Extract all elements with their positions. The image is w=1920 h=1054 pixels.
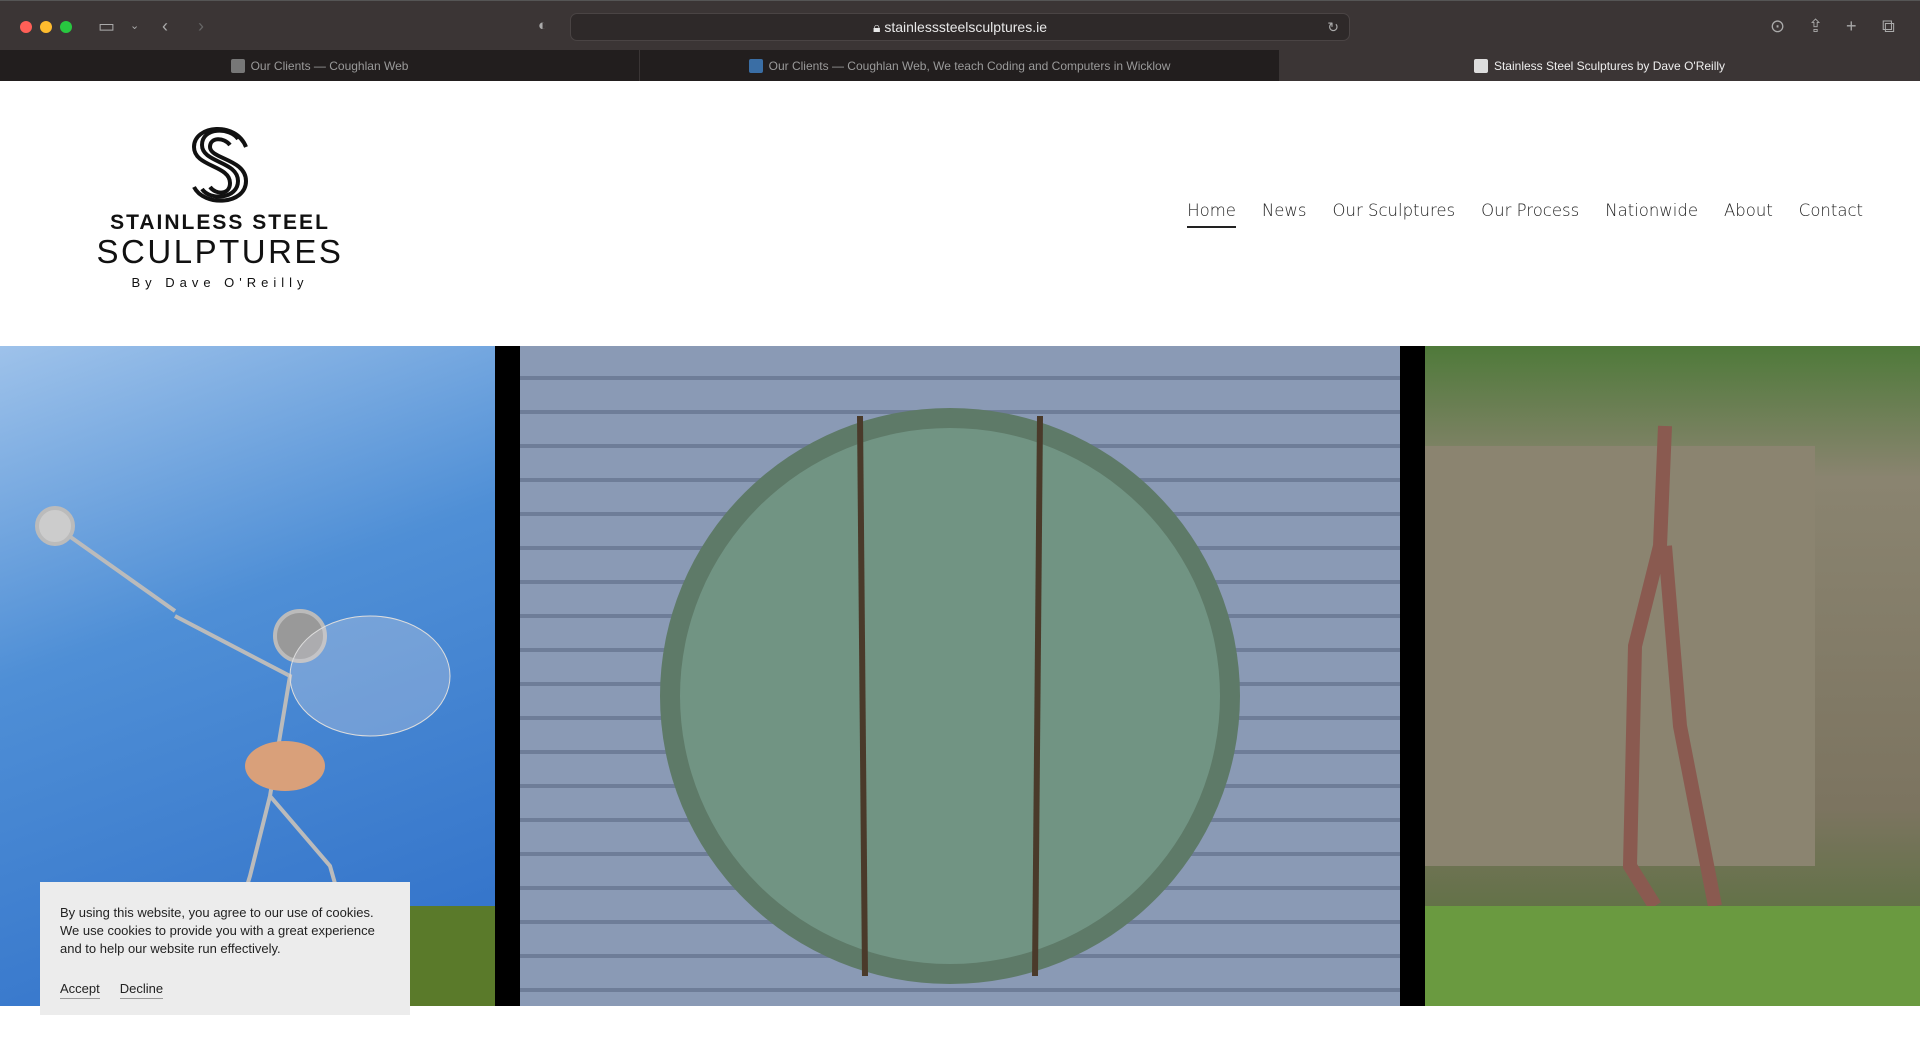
tab-label: Stainless Steel Sculptures by Dave O'Rei…	[1493, 58, 1726, 73]
browser-chrome: ▭ ⌄ ‹ › ◐ 🔒︎ stainlesssteelsculptures.ie…	[0, 0, 1920, 81]
logo[interactable]: STAINLESS STEEL SCULPTURES By Dave O'Rei…	[85, 125, 355, 305]
tab-label: Our Clients — Coughlan Web	[250, 58, 409, 73]
favicon-icon	[748, 58, 763, 73]
standing-figure-image[interactable]	[1425, 346, 1920, 1006]
standing-figure-shape	[1425, 425, 1920, 1006]
reload-icon[interactable]: ↻	[1327, 14, 1339, 40]
new-tab-icon[interactable]: +	[1846, 15, 1857, 37]
download-icon[interactable]: ⊙	[1770, 15, 1785, 37]
tab-label: Our Clients — Coughlan Web, We teach Cod…	[768, 58, 1171, 73]
tab-stainless-steel[interactable]: Stainless Steel Sculptures by Dave O'Rei…	[1280, 50, 1920, 81]
browser-toolbar: ▭ ⌄ ‹ › ◐ 🔒︎ stainlesssteelsculptures.ie…	[0, 0, 1920, 50]
decline-cookies-button[interactable]: Decline	[119, 980, 164, 999]
maximize-window-button[interactable]	[60, 21, 72, 33]
bronze-relief-shape	[660, 408, 1240, 984]
site-header: STAINLESS STEEL SCULPTURES By Dave O'Rei…	[0, 81, 1920, 346]
logo-line1: STAINLESS STEEL	[110, 211, 330, 234]
logo-s-icon	[191, 127, 249, 203]
forward-icon[interactable]: ›	[198, 15, 204, 37]
cookie-banner: By using this website, you agree to our …	[40, 882, 410, 1015]
cookie-text: By using this website, you agree to our …	[60, 905, 375, 956]
accept-cookies-button[interactable]: Accept	[60, 980, 100, 999]
nav-home[interactable]: Home	[1187, 201, 1236, 228]
main-nav: Home News Our Sculptures Our Process Nat…	[1187, 201, 1863, 228]
favicon-icon	[1473, 58, 1488, 73]
share-icon[interactable]: ⇪	[1808, 15, 1823, 37]
nav-our-process[interactable]: Our Process	[1481, 201, 1579, 228]
nav-our-sculptures[interactable]: Our Sculptures	[1333, 201, 1456, 228]
close-window-button[interactable]	[20, 21, 32, 33]
bronze-relief-image[interactable]	[520, 346, 1400, 1006]
tab-our-clients-wicklow[interactable]: Our Clients — Coughlan Web, We teach Cod…	[640, 50, 1280, 81]
minimize-window-button[interactable]	[40, 21, 52, 33]
sidebar-icon[interactable]: ▭	[98, 15, 115, 37]
url-text: stainlesssteelsculptures.ie	[884, 19, 1047, 35]
favicon-icon	[230, 58, 245, 73]
back-icon[interactable]: ‹	[162, 15, 168, 37]
shield-icon[interactable]: ◐	[538, 15, 547, 37]
tab-overview-icon[interactable]: ⧉	[1882, 15, 1895, 37]
chevron-down-icon[interactable]: ⌄	[130, 15, 139, 37]
nav-about[interactable]: About	[1724, 201, 1773, 228]
logo-line3: By Dave O'Reilly	[131, 275, 309, 290]
logo-line2: SCULPTURES	[96, 233, 344, 270]
nav-nationwide[interactable]: Nationwide	[1605, 201, 1698, 228]
tab-bar: Our Clients — Coughlan Web Our Clients —…	[0, 50, 1920, 81]
nav-news[interactable]: News	[1262, 201, 1307, 228]
nav-contact[interactable]: Contact	[1799, 201, 1863, 228]
address-bar[interactable]: 🔒︎ stainlesssteelsculptures.ie ↻	[570, 13, 1350, 41]
tab-our-clients[interactable]: Our Clients — Coughlan Web	[0, 50, 640, 81]
lock-icon: 🔒︎	[873, 19, 885, 35]
